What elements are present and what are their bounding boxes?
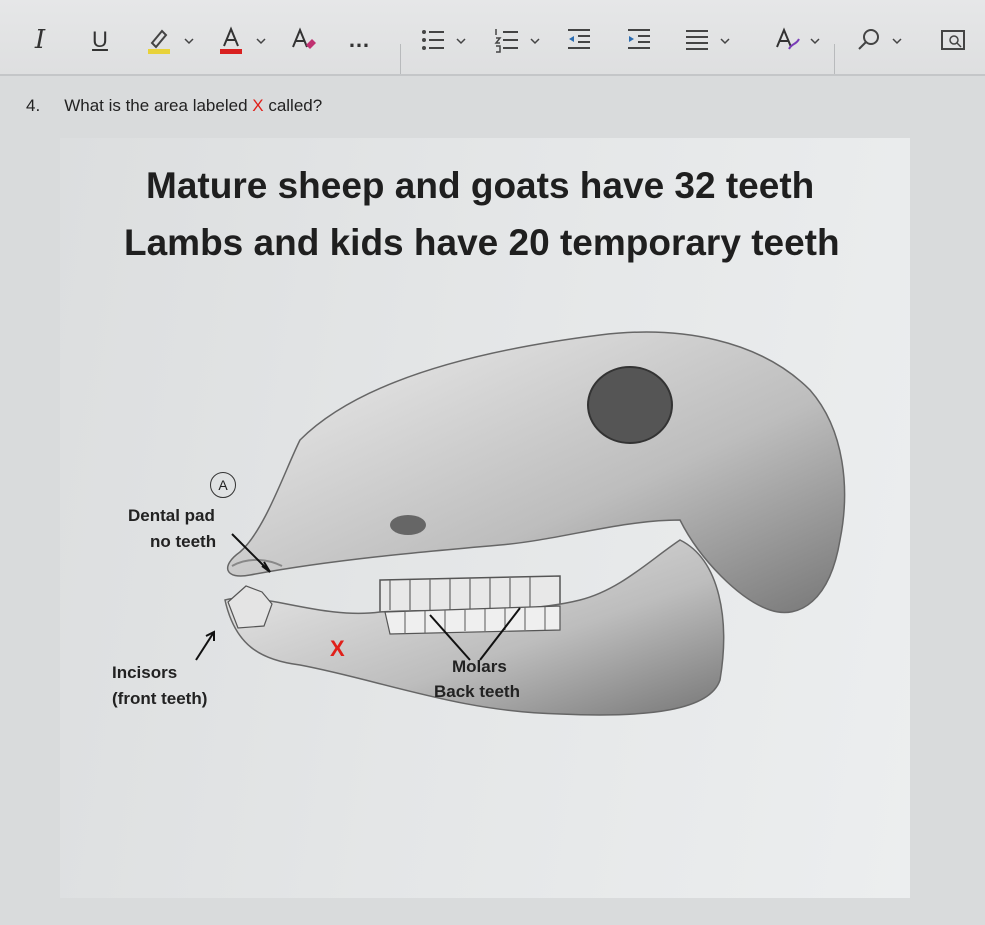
eye-socket xyxy=(587,366,673,444)
back-teeth-label: Back teeth xyxy=(434,682,520,701)
x-mark: X xyxy=(330,636,345,661)
no-teeth-label: no teeth xyxy=(150,532,217,551)
incisors-arrow xyxy=(195,631,215,661)
molars-label: Molars xyxy=(452,657,507,676)
skull-illustration xyxy=(195,331,846,716)
infraorbital-foramen xyxy=(390,515,426,535)
dental-pad-label: Dental pad xyxy=(128,506,215,525)
front-teeth-label: (front teeth) xyxy=(112,689,208,708)
label-a-circle: A xyxy=(210,472,236,498)
upper-skull-shape xyxy=(226,331,846,614)
incisors-label: Incisors xyxy=(112,663,178,682)
